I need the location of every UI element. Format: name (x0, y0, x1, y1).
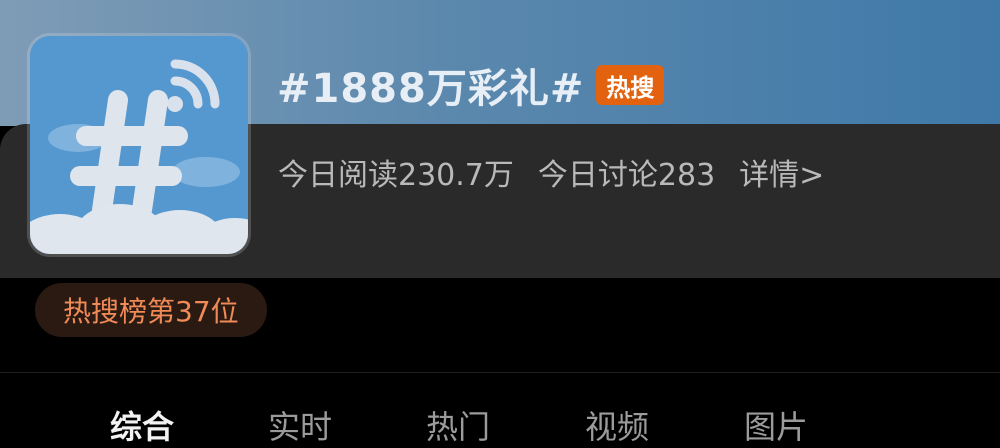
topic-title[interactable]: #1888万彩礼# (277, 56, 584, 114)
tab-realtime[interactable]: 实时 (268, 402, 332, 448)
tab-video[interactable]: 视频 (585, 402, 649, 448)
hot-badge: 热搜 (596, 65, 665, 105)
details-link[interactable]: 详情> (739, 150, 824, 194)
discussion-count: 今日讨论283 (537, 158, 716, 193)
read-count: 今日阅读230.7万 (278, 158, 514, 193)
tab-images[interactable]: 图片 (744, 402, 808, 448)
topic-avatar[interactable] (30, 36, 248, 254)
tab-comprehensive[interactable]: 综合 (110, 402, 174, 448)
tab-bar: 综合 实时 热门 视频 图片 (0, 392, 1000, 446)
hashtag-signal-icon (30, 36, 248, 254)
tab-hot[interactable]: 热门 (426, 402, 490, 448)
topic-stats: 今日阅读230.7万 今日讨论283 详情> (278, 150, 824, 194)
topic-title-row: #1888万彩礼# 热搜 (277, 56, 665, 114)
rank-badge[interactable]: 热搜榜第37位 (35, 283, 267, 337)
divider (0, 372, 1000, 373)
